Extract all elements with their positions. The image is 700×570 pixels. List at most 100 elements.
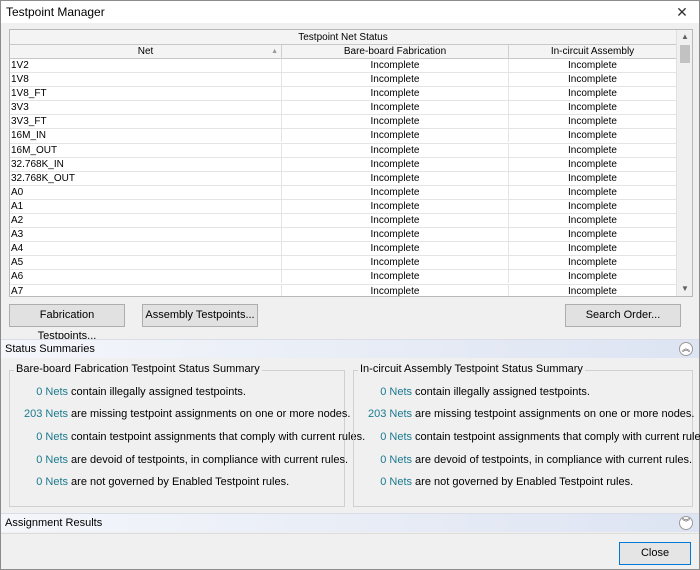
column-header-net-label: Net <box>137 46 154 57</box>
grid-column-headers: Net ▲ Bare-board Fabrication In-circuit … <box>10 45 676 59</box>
fab-text: are not governed by Enabled Testpoint ru… <box>68 476 290 488</box>
cell-fabrication: Incomplete <box>282 59 509 72</box>
cell-net: A1 <box>10 199 282 213</box>
expand-down-icon[interactable]: ︾ <box>679 516 693 530</box>
table-row[interactable]: A6 Incomplete Incomplete <box>10 270 676 285</box>
scroll-down-icon[interactable]: ▼ <box>677 282 692 296</box>
cell-assembly: Incomplete <box>568 172 617 184</box>
cell-fabrication: Incomplete <box>282 87 509 101</box>
cell-fabrication: Incomplete <box>282 73 509 87</box>
cell-assembly: Incomplete <box>568 215 617 227</box>
table-row[interactable]: 1V2 Incomplete Incomplete <box>10 59 676 74</box>
grid-group-header: Testpoint Net Status <box>10 30 676 45</box>
cell-net: 32.768K_IN <box>10 157 282 171</box>
fabrication-testpoints-button[interactable]: Fabrication Testpoints... <box>9 304 125 342</box>
fab-summary-line: 203 Nets are missing testpoint assignmen… <box>10 408 351 420</box>
cell-net: 3V3 <box>10 101 282 115</box>
assembly-testpoints-button[interactable]: Assembly Testpoints... <box>142 304 258 327</box>
fab-text: contain illegally assigned testpoints. <box>68 386 246 398</box>
fab-summary-line: 0 Nets contain testpoint assignments tha… <box>10 431 365 443</box>
status-summaries-header[interactable]: Status Summaries ︽ <box>1 339 699 358</box>
net-status-grid[interactable]: Testpoint Net Status Net ▲ Bare-board Fa… <box>9 29 693 297</box>
close-button[interactable]: Close <box>619 542 691 565</box>
search-order-button[interactable]: Search Order... <box>565 304 681 327</box>
table-row[interactable]: 3V3_FT Incomplete Incomplete <box>10 115 676 130</box>
table-row[interactable]: 32.768K_OUT Incomplete Incomplete <box>10 171 676 186</box>
cell-fabrication: Incomplete <box>282 143 509 157</box>
window-title: Testpoint Manager <box>6 5 105 19</box>
scroll-up-icon[interactable]: ▲ <box>677 30 692 44</box>
fab-count: 203 Nets <box>23 408 68 420</box>
scroll-thumb[interactable] <box>680 45 690 63</box>
asm-text: are not governed by Enabled Testpoint ru… <box>412 476 634 488</box>
table-row[interactable]: A3 Incomplete Incomplete <box>10 228 676 243</box>
asm-summary-line: 203 Nets are missing testpoint assignmen… <box>354 408 695 420</box>
cell-assembly: Incomplete <box>568 229 617 241</box>
fab-summary-line: 0 Nets are not governed by Enabled Testp… <box>10 476 344 488</box>
fabrication-summary-group: Bare-board Fabrication Testpoint Status … <box>9 363 365 507</box>
cell-fabrication: Incomplete <box>282 256 509 270</box>
cell-assembly: Incomplete <box>568 243 617 255</box>
cell-assembly: Incomplete <box>568 102 617 114</box>
cell-assembly: Incomplete <box>568 285 617 297</box>
table-row[interactable]: A0 Incomplete Incomplete <box>10 185 676 200</box>
cell-assembly: Incomplete <box>568 257 617 269</box>
cell-net: A5 <box>10 256 282 270</box>
table-row[interactable]: A5 Incomplete Incomplete <box>10 256 676 271</box>
table-row[interactable]: 16M_IN Incomplete Incomplete <box>10 129 676 144</box>
asm-count: 0 Nets <box>380 454 412 466</box>
asm-text: are devoid of testpoints, in compliance … <box>412 454 693 466</box>
cell-assembly: Incomplete <box>568 144 617 156</box>
dialog-footer <box>1 533 699 569</box>
cell-assembly: Incomplete <box>568 186 617 198</box>
fab-count: 0 Nets <box>36 386 68 398</box>
table-row[interactable]: 1V8 Incomplete Incomplete <box>10 73 676 88</box>
column-header-assembly[interactable]: In-circuit Assembly <box>509 45 676 59</box>
grid-vertical-scrollbar[interactable]: ▲ ▼ <box>676 30 692 296</box>
cell-net: A2 <box>10 214 282 228</box>
sort-icon: ▲ <box>271 48 278 55</box>
cell-fabrication: Incomplete <box>282 270 509 284</box>
column-header-net[interactable]: Net ▲ <box>10 45 282 59</box>
asm-summary-line: 0 Nets contain illegally assigned testpo… <box>354 386 692 398</box>
table-row[interactable]: 16M_OUT Incomplete Incomplete <box>10 143 676 158</box>
cell-assembly: Incomplete <box>568 130 617 142</box>
table-row[interactable]: A1 Incomplete Incomplete <box>10 199 676 215</box>
column-header-fabrication[interactable]: Bare-board Fabrication <box>282 45 509 59</box>
cell-assembly: Incomplete <box>568 200 617 212</box>
collapse-up-icon[interactable]: ︽ <box>679 342 693 356</box>
cell-net: A7 <box>10 284 282 296</box>
fab-text: are missing testpoint assignments on one… <box>68 408 351 420</box>
table-row[interactable]: 3V3 Incomplete Incomplete <box>10 101 676 116</box>
fab-count: 0 Nets <box>36 454 68 466</box>
table-row[interactable]: A7 Incomplete Incomplete <box>10 284 676 297</box>
assembly-summary-group: In-circuit Assembly Testpoint Status Sum… <box>353 363 700 507</box>
asm-count: 0 Nets <box>380 431 412 443</box>
cell-net: A6 <box>10 270 282 284</box>
asm-text: are missing testpoint assignments on one… <box>412 408 695 420</box>
cell-fabrication: Incomplete <box>282 214 509 228</box>
cell-assembly: Incomplete <box>568 60 617 71</box>
cell-fabrication: Incomplete <box>282 199 509 213</box>
cell-assembly: Incomplete <box>568 271 617 283</box>
close-icon[interactable]: ✕ <box>673 3 691 21</box>
table-row[interactable]: 32.768K_IN Incomplete Incomplete <box>10 157 676 172</box>
assignment-results-header[interactable]: Assignment Results ︾ <box>1 513 699 532</box>
asm-summary-line: 0 Nets are devoid of testpoints, in comp… <box>354 454 692 466</box>
title-bar: Testpoint Manager ✕ <box>1 1 699 23</box>
cell-fabrication: Incomplete <box>282 185 509 199</box>
fab-count: 0 Nets <box>36 431 68 443</box>
table-row[interactable]: A2 Incomplete Incomplete <box>10 214 676 229</box>
cell-fabrication: Incomplete <box>282 129 509 143</box>
table-row[interactable]: 1V8_FT Incomplete Incomplete <box>10 87 676 102</box>
fab-summary-line: 0 Nets contain illegally assigned testpo… <box>10 386 344 398</box>
fab-text: are devoid of testpoints, in compliance … <box>68 454 349 466</box>
fab-count: 0 Nets <box>36 476 68 488</box>
testpoint-manager-window: Testpoint Manager ✕ Testpoint Net Status… <box>0 0 700 570</box>
cell-net: 16M_IN <box>10 129 282 143</box>
cell-fabrication: Incomplete <box>282 284 509 296</box>
asm-summary-line: 0 Nets are not governed by Enabled Testp… <box>354 476 692 488</box>
cell-net: A3 <box>10 228 282 242</box>
table-row[interactable]: A4 Incomplete Incomplete <box>10 242 676 257</box>
cell-net: 16M_OUT <box>10 143 282 157</box>
